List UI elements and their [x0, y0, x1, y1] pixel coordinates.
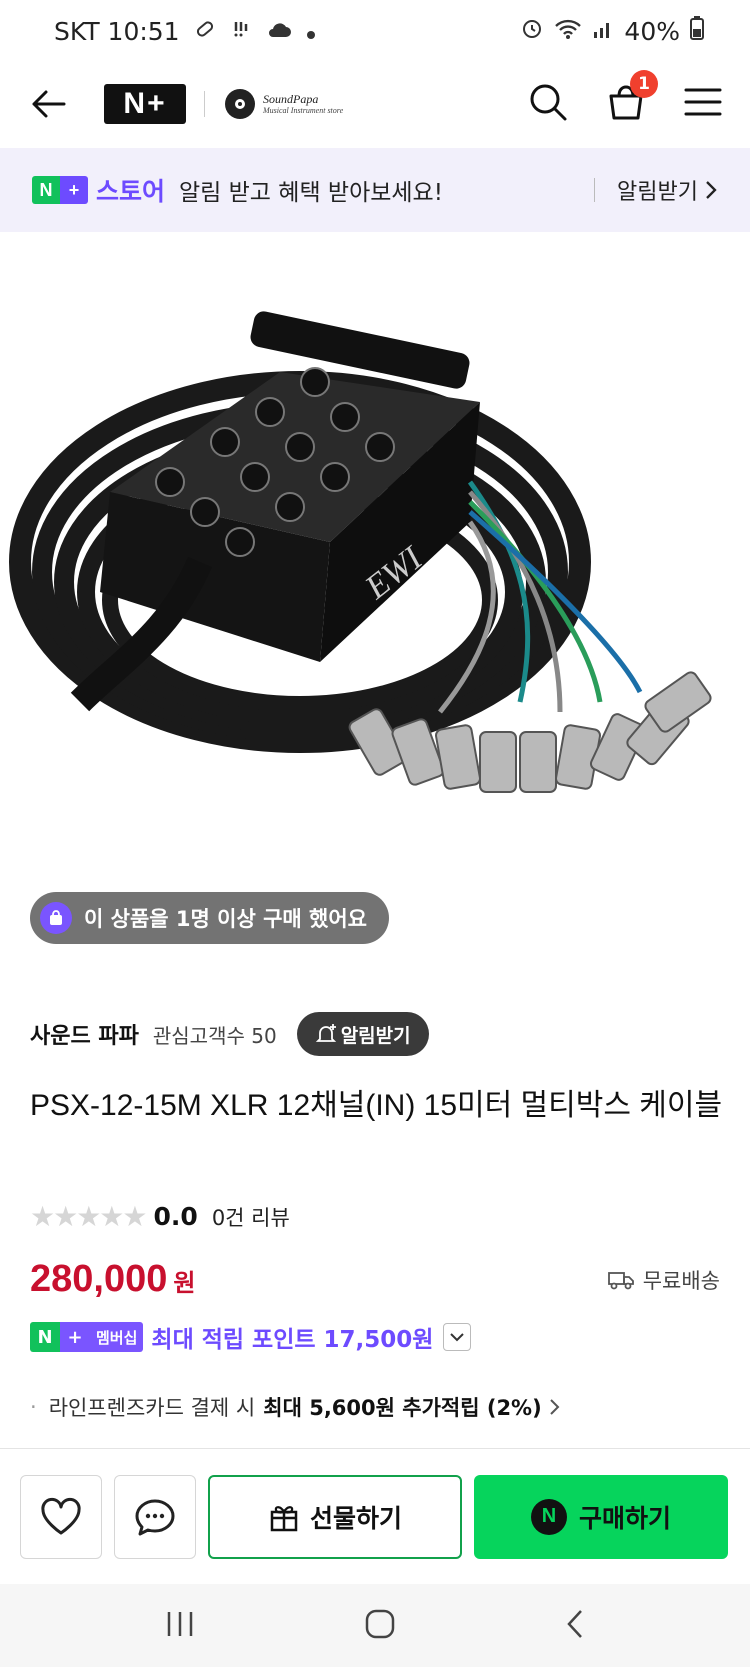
naver-pay-icon: N [530, 1498, 567, 1535]
alarm-icon [520, 16, 544, 46]
gift-label: 선물하기 [309, 1503, 402, 1533]
rating-stars: ★★★★★ [30, 1200, 148, 1233]
naver-plus-badge: N + [32, 176, 88, 204]
dot-icon [306, 17, 316, 46]
naver-plus-logo[interactable]: N+ [104, 84, 186, 124]
chevron-right-icon [706, 181, 717, 199]
product-title: PSX-12-15M XLR 12채널(IN) 15미터 멀티박스 케이블 [30, 1089, 723, 1122]
chevron-down-icon [450, 1333, 465, 1342]
rating-value: 0.0 [153, 1202, 198, 1231]
store-word: 스토어 [96, 177, 166, 206]
cloud-icon [266, 17, 292, 46]
shopping-bag-icon [40, 902, 72, 934]
notification-icon [230, 17, 252, 46]
status-bar: SKT 10:51 40% [0, 0, 750, 62]
home-icon [365, 1609, 395, 1638]
notice-alarm-label: 알림받기 [617, 180, 698, 205]
seller-row: 사운드 파파 관심고객수 50 알림받기 [30, 1012, 429, 1056]
heart-icon [41, 1497, 81, 1534]
search-icon [530, 84, 567, 121]
recent-apps-button[interactable] [163, 1609, 197, 1643]
pill-icon [194, 17, 216, 46]
seller-name[interactable]: 사운드 파파 [30, 1018, 139, 1050]
header-divider [204, 91, 205, 117]
menu-button[interactable] [684, 87, 722, 121]
carrier-time: SKT 10:51 [54, 16, 180, 46]
system-navigation-bar [0, 1584, 750, 1667]
gift-icon [270, 1505, 298, 1531]
bell-plus-icon [315, 1024, 336, 1042]
search-button[interactable] [528, 82, 568, 126]
chevron-right-icon [549, 1399, 560, 1415]
store-logo-tagline: Musical Instrument store [263, 106, 344, 116]
wishlist-button[interactable] [20, 1474, 102, 1559]
chat-bubble-icon [135, 1499, 175, 1535]
wifi-icon [554, 17, 582, 46]
benefit-highlight: 최대 5,600원 추가적립 (2%) [263, 1396, 542, 1420]
alarm-notice-banner[interactable]: N + 스토어 알림 받고 혜택 받아보세요! 알림받기 [0, 148, 750, 232]
purchase-count-text: 이 상품을 1명 이상 구매 했어요 [84, 907, 368, 931]
buy-button[interactable]: N 구매하기 [474, 1474, 728, 1559]
buy-label: 구매하기 [578, 1503, 671, 1533]
notice-alarm-link[interactable]: 알림받기 [617, 174, 718, 206]
gift-button[interactable]: 선물하기 [208, 1474, 462, 1559]
notice-divider [594, 178, 596, 202]
shipping-info: 무료배송 [607, 1265, 720, 1295]
recent-apps-icon [167, 1611, 193, 1636]
membership-points-row[interactable]: N + 멤버십 최대 적립 포인트 17,500원 [30, 1320, 472, 1354]
back-arrow-icon [32, 90, 66, 118]
store-logo[interactable]: SoundPapa Musical Instrument store [223, 87, 343, 121]
benefit-prefix: 라인프렌즈카드 결제 시 [48, 1396, 256, 1420]
back-button[interactable] [28, 84, 68, 124]
battery-percent: 40% [624, 16, 680, 46]
price-row: 280,000 원 무료배송 [30, 1258, 720, 1301]
membership-tag-label: 멤버십 [90, 1322, 144, 1352]
cart-badge: 1 [630, 70, 658, 98]
card-benefit-row[interactable]: · 라인프렌즈카드 결제 시 최대 5,600원 추가적립 (2%) [30, 1392, 562, 1422]
price-unit: 원 [173, 1269, 196, 1297]
follower-count: 관심고객수 50 [152, 1023, 277, 1048]
notice-message: 알림 받고 혜택 받아보세요! [179, 180, 443, 206]
truck-icon [607, 1272, 634, 1290]
points-text: 최대 적립 포인트 17,500원 [151, 1327, 434, 1353]
bottom-action-bar: 선물하기 N 구매하기 [0, 1448, 750, 1584]
membership-tag: N + 멤버십 [30, 1322, 144, 1352]
seller-notify-label: 알림받기 [340, 1024, 411, 1047]
product-image[interactable]: EWI [0, 232, 750, 922]
rating-row[interactable]: ★★★★★ 0.0 0건 리뷰 [30, 1200, 290, 1233]
shipping-label: 무료배송 [642, 1269, 720, 1293]
review-count[interactable]: 0건 리뷰 [212, 1202, 290, 1232]
seller-notify-button[interactable]: 알림받기 [296, 1012, 429, 1056]
bullet-dot: · [30, 1395, 37, 1419]
battery-icon [690, 16, 704, 46]
home-button[interactable] [363, 1607, 397, 1645]
price-value: 280,000 [30, 1258, 168, 1300]
hamburger-menu-icon [684, 88, 722, 116]
back-chevron-icon [567, 1609, 582, 1638]
app-header: N+ SoundPapa Musical Instrument store 1 [0, 62, 750, 146]
system-back-button[interactable] [563, 1607, 587, 1645]
purchase-count-badge: 이 상품을 1명 이상 구매 했어요 [30, 892, 390, 944]
record-icon [225, 89, 255, 119]
signal-icon [592, 17, 614, 46]
store-logo-name: SoundPapa [263, 91, 319, 106]
cart-button[interactable]: 1 [606, 70, 658, 126]
points-expand-button[interactable] [443, 1323, 472, 1351]
talk-button[interactable] [114, 1474, 196, 1559]
